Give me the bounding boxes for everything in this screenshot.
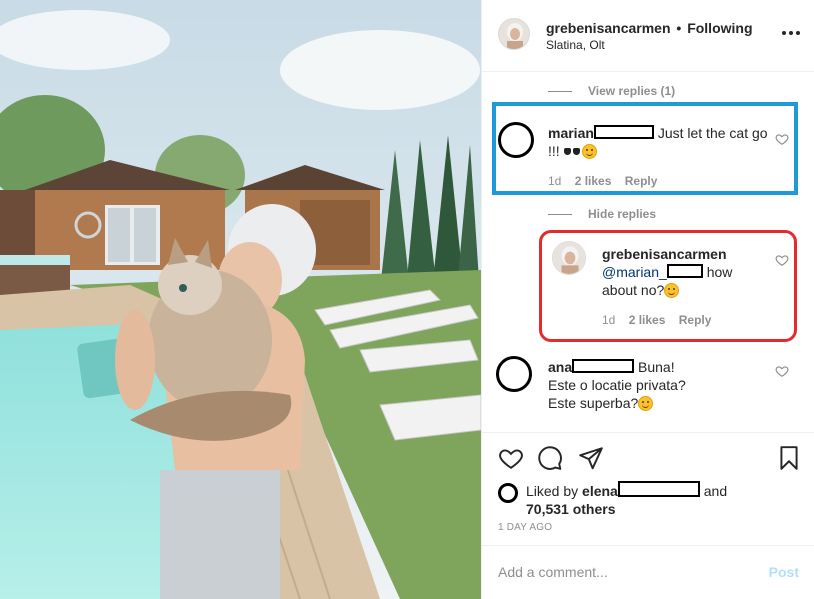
replies-line <box>548 90 572 92</box>
liked-by-prefix: Liked by <box>526 483 579 499</box>
comment-heart-icon[interactable] <box>775 132 789 146</box>
smiley-emoji-icon <box>581 144 597 159</box>
reply-meta: 1d 2 likes Reply <box>602 313 721 327</box>
comment-marian: marian Just let the cat go !!! 1d 2 like… <box>482 112 814 192</box>
comment-input[interactable] <box>498 560 748 584</box>
post-sidebar: grebenisancarmen • Following Slatina, Ol… <box>481 0 814 599</box>
comment-ana: ana Buna! Este o locatie privata? Este s… <box>482 352 814 432</box>
post-location[interactable]: Slatina, Olt <box>546 38 605 52</box>
post-header: grebenisancarmen • Following Slatina, Ol… <box>482 0 814 72</box>
comment-body: ana Buna! Este o locatie privata? Este s… <box>548 358 768 412</box>
comment-line-3: Este superba? <box>548 395 639 411</box>
commenter-avatar[interactable] <box>496 356 532 392</box>
comment-likes[interactable]: 2 likes <box>575 174 612 188</box>
hide-replies-label: Hide replies <box>588 207 657 221</box>
laughing-emoji-icon <box>664 283 680 298</box>
liker-avatar[interactable] <box>498 483 518 503</box>
comment-username[interactable]: marian <box>548 125 594 141</box>
view-replies-button[interactable]: View replies (1) <box>548 84 675 98</box>
comment-body: marian Just let the cat go !!! <box>548 124 768 160</box>
hide-replies-button[interactable]: Hide replies <box>548 207 656 221</box>
reply-likes[interactable]: 2 likes <box>629 313 666 327</box>
reply-heart-icon[interactable] <box>775 253 789 267</box>
more-icon[interactable] <box>781 26 801 40</box>
comment-author-reply: grebenisancarmen @marian_ how about no? … <box>542 237 812 337</box>
likes-text: Liked by elena and 70,531 others <box>526 481 796 518</box>
mention-link[interactable]: @marian_ <box>602 264 667 280</box>
separator-dot: • <box>676 20 682 36</box>
replies-line <box>548 213 572 215</box>
liked-by-user[interactable]: elena <box>582 483 618 499</box>
comment-icon[interactable] <box>537 445 563 471</box>
add-comment-bar: Post <box>482 545 814 599</box>
comment-line-2: Este o locatie privata? <box>548 377 686 393</box>
comment-time: 1d <box>548 174 562 188</box>
author-line: grebenisancarmen • Following <box>546 20 753 36</box>
post-actions: Liked by elena and 70,531 others 1 DAY A… <box>482 432 814 542</box>
reply-text: how <box>706 264 733 280</box>
redaction-box <box>666 264 703 278</box>
reply-text-2: about no? <box>602 282 665 298</box>
comment-text-2: !!! <box>548 143 560 159</box>
author-username[interactable]: grebenisancarmen <box>546 20 671 36</box>
follow-status-button[interactable]: Following <box>687 20 752 36</box>
reply-time: 1d <box>602 313 616 327</box>
reply-button[interactable]: Reply <box>625 174 658 188</box>
view-replies-label: View replies (1) <box>588 84 676 98</box>
comment-text: Buna! <box>638 359 675 375</box>
commenter-avatar[interactable] <box>498 122 534 158</box>
comments-list: View replies (1) marian Just let the cat… <box>482 72 814 432</box>
comment-meta: 1d 2 likes Reply <box>548 174 667 188</box>
redaction-box <box>593 125 654 139</box>
smiley-emoji-icon <box>638 396 654 411</box>
redaction-box <box>617 481 700 497</box>
bookmark-icon[interactable] <box>776 445 802 471</box>
reply-body: grebenisancarmen @marian_ how about no? <box>602 245 772 299</box>
likes-count-link[interactable]: 70,531 others <box>526 501 616 517</box>
author-avatar[interactable] <box>498 18 530 50</box>
post-timestamp[interactable]: 1 DAY AGO <box>498 522 552 533</box>
share-icon[interactable] <box>578 445 604 471</box>
comment-text: Just let the cat go <box>657 125 768 141</box>
heart-icon[interactable] <box>498 445 524 471</box>
post-photo <box>0 0 481 599</box>
redaction-box <box>572 359 635 373</box>
author-reply-avatar[interactable] <box>552 241 586 275</box>
comment-heart-icon[interactable] <box>775 364 789 378</box>
reply-username[interactable]: grebenisancarmen <box>602 246 727 262</box>
reply-button[interactable]: Reply <box>679 313 712 327</box>
sunglasses-emoji-icon <box>563 148 580 156</box>
liked-by-and: and <box>703 483 728 499</box>
comment-username[interactable]: ana <box>548 359 572 375</box>
post-button[interactable]: Post <box>769 564 799 580</box>
